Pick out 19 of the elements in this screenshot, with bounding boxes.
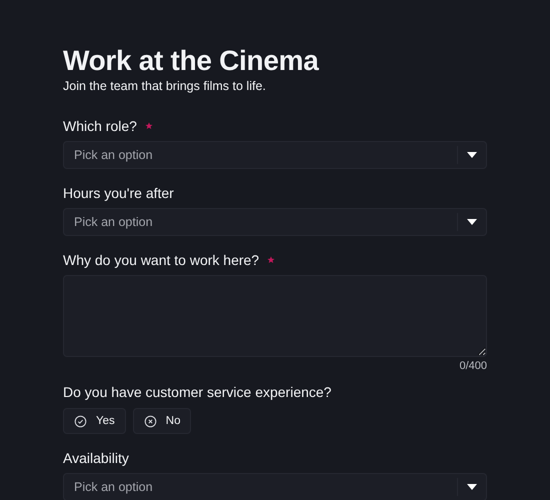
choice-button[interactable]: No [132,408,192,434]
field-label: Do you have customer service experience? [63,384,332,400]
field-label: Why do you want to work here? [63,252,260,268]
field-label: Hours you're after [63,185,174,201]
text-area[interactable] [63,275,487,357]
choice-button[interactable]: Yes [63,408,126,434]
character-counter: 0/400 [458,360,487,372]
dropdown[interactable]: Pick an option [63,141,487,169]
caret-icon [467,152,477,158]
page-title: Work at the Cinema [63,44,320,78]
field-label: Availability [63,450,129,466]
caret-icon [467,484,477,490]
dropdown[interactable]: Pick an option [63,208,487,236]
dropdown[interactable]: Pick an option [63,473,487,500]
cross-circle-icon [144,414,157,428]
caret-icon [467,219,477,225]
page-subtitle: Join the team that brings films to life. [63,78,267,94]
field-label: Which role? [63,118,137,134]
check-circle-icon [74,414,87,428]
